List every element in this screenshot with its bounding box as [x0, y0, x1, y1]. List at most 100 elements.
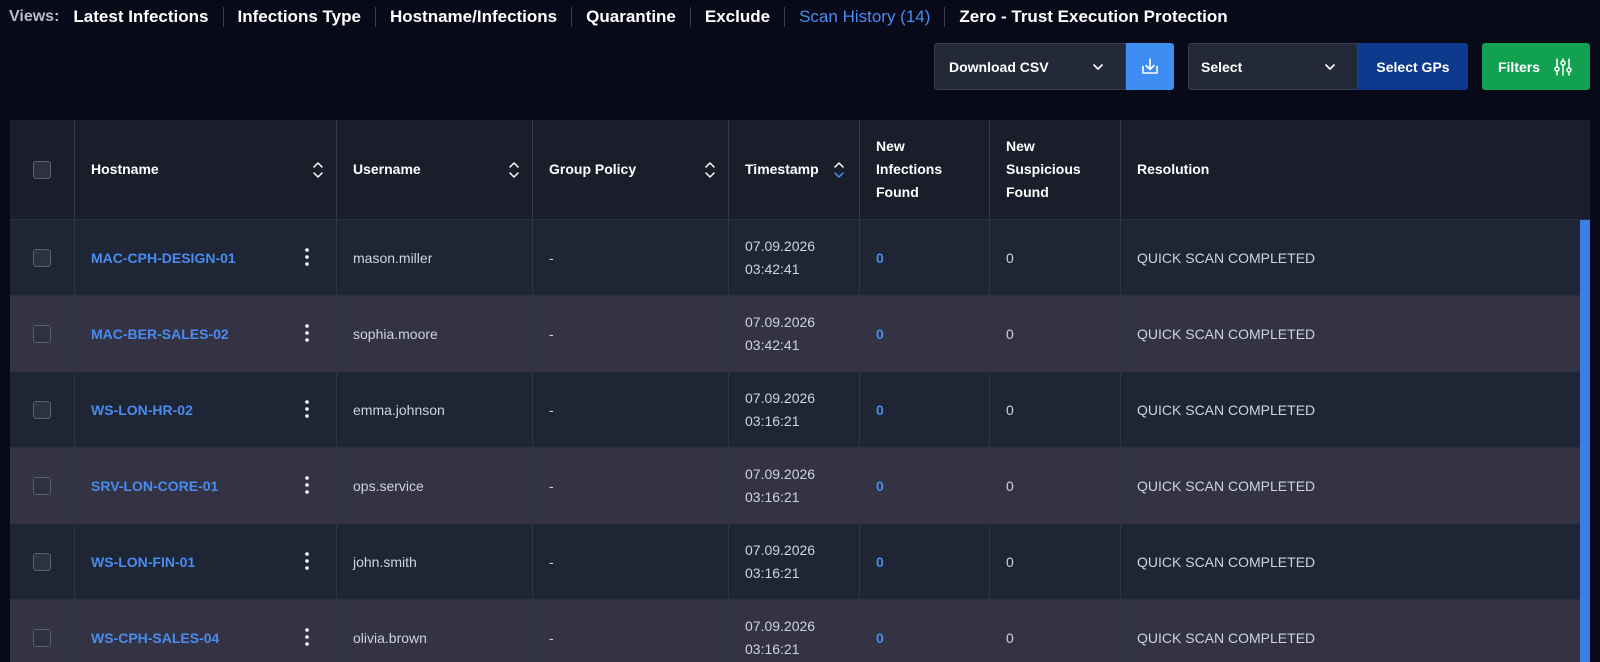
- new-infections-link[interactable]: 0: [876, 630, 884, 646]
- header-new-infections-line3: Found: [876, 184, 919, 200]
- group-policy-select[interactable]: Select: [1188, 43, 1358, 90]
- timestamp-cell: 07.09.2026 03:16:21: [729, 524, 860, 599]
- row-checkbox[interactable]: [33, 324, 51, 343]
- table-row[interactable]: MAC-CPH-DESIGN-01 mason.miller - 07.09.2…: [10, 220, 1590, 296]
- row-checkbox[interactable]: [33, 552, 51, 571]
- new-infections-link[interactable]: 0: [876, 326, 884, 342]
- username-cell: john.smith: [337, 524, 533, 599]
- kebab-menu-icon[interactable]: [304, 627, 310, 647]
- timestamp-cell: 07.09.2026 03:16:21: [729, 600, 860, 662]
- timestamp-time: 03:16:21: [745, 412, 800, 429]
- header-timestamp[interactable]: Timestamp: [729, 120, 860, 219]
- username-cell: emma.johnson: [337, 372, 533, 447]
- timestamp-date: 07.09.2026: [745, 389, 816, 406]
- table-row[interactable]: WS-LON-HR-02 emma.johnson - 07.09.2026 03…: [10, 372, 1590, 448]
- kebab-menu-icon[interactable]: [304, 551, 310, 571]
- sort-icon[interactable]: [312, 160, 324, 180]
- header-new-suspicious-line2: Suspicious: [1006, 161, 1081, 177]
- table-row[interactable]: WS-CPH-SALES-04 olivia.brown - 07.09.202…: [10, 600, 1590, 662]
- group-policy-cell: -: [533, 220, 729, 295]
- hostname-link[interactable]: MAC-BER-SALES-02: [91, 326, 229, 342]
- header-hostname[interactable]: Hostname: [75, 120, 337, 219]
- header-group-policy-label: Group Policy: [549, 161, 637, 177]
- row-select-cell: [10, 524, 75, 599]
- header-timestamp-label: Timestamp: [745, 161, 819, 177]
- views-label: Views:: [9, 8, 60, 25]
- view-tab-hostname-infections[interactable]: Hostname/Infections: [374, 7, 571, 27]
- filters-button[interactable]: Filters: [1482, 43, 1590, 90]
- timestamp-time: 03:16:21: [745, 640, 800, 657]
- views-bar: Views: Latest Infections Infections Type…: [9, 5, 1242, 29]
- resolution-cell: QUICK SCAN COMPLETED: [1137, 325, 1316, 342]
- timestamp-cell: 07.09.2026 03:42:41: [729, 296, 860, 371]
- hostname-link[interactable]: WS-CPH-SALES-04: [91, 630, 219, 646]
- timestamp-time: 03:16:21: [745, 564, 800, 581]
- hostname-cell: WS-LON-HR-02: [75, 372, 337, 447]
- view-tab-scan-history[interactable]: Scan History (14): [784, 7, 944, 27]
- view-tab-exclude[interactable]: Exclude: [689, 7, 784, 27]
- username-cell: olivia.brown: [337, 600, 533, 662]
- view-tab-zero-trust[interactable]: Zero - Trust Execution Protection: [944, 7, 1241, 27]
- row-select-cell: [10, 220, 75, 295]
- hostname-link[interactable]: WS-LON-HR-02: [91, 402, 193, 418]
- kebab-menu-icon[interactable]: [304, 247, 310, 267]
- kebab-menu-icon[interactable]: [304, 475, 310, 495]
- download-icon: [1142, 57, 1158, 74]
- hostname-cell: MAC-BER-SALES-02: [75, 296, 337, 371]
- row-select-cell: [10, 296, 75, 371]
- table-row[interactable]: MAC-BER-SALES-02 sophia.moore - 07.09.20…: [10, 296, 1590, 372]
- row-checkbox[interactable]: [33, 248, 51, 267]
- row-checkbox[interactable]: [33, 628, 51, 647]
- kebab-menu-icon[interactable]: [304, 399, 310, 419]
- table-row[interactable]: WS-LON-FIN-01 john.smith - 07.09.2026 03:…: [10, 524, 1590, 600]
- select-gps-button[interactable]: Select GPs: [1358, 43, 1468, 90]
- view-tab-quarantine[interactable]: Quarantine: [571, 7, 690, 27]
- new-suspicious-cell: 0: [990, 220, 1121, 295]
- new-infections-cell: 0: [860, 524, 990, 599]
- timestamp-time: 03:16:21: [745, 488, 800, 505]
- new-infections-link[interactable]: 0: [876, 250, 884, 266]
- hostname-link[interactable]: SRV-LON-CORE-01: [91, 478, 218, 494]
- new-infections-link[interactable]: 0: [876, 478, 884, 494]
- view-tab-infections-type[interactable]: Infections Type: [222, 7, 375, 27]
- header-username[interactable]: Username: [337, 120, 533, 219]
- new-suspicious-cell: 0: [990, 372, 1121, 447]
- timestamp-cell: 07.09.2026 03:16:21: [729, 448, 860, 523]
- group-policy-cell: -: [533, 600, 729, 662]
- header-group-policy[interactable]: Group Policy: [533, 120, 729, 219]
- hostname-link[interactable]: WS-LON-FIN-01: [91, 554, 195, 570]
- hostname-cell: WS-CPH-SALES-04: [75, 600, 337, 662]
- download-button[interactable]: [1126, 43, 1174, 90]
- table-scrollbar[interactable]: [1580, 220, 1590, 662]
- header-new-suspicious-line1: New: [1006, 138, 1035, 154]
- timestamp-date: 07.09.2026: [745, 541, 816, 558]
- row-select-cell: [10, 600, 75, 662]
- group-policy-cell: -: [533, 296, 729, 371]
- row-select-cell: [10, 448, 75, 523]
- header-new-infections-line2: Infections: [876, 161, 943, 177]
- scan-history-table: Hostname Username Group Policy Timestamp: [10, 120, 1590, 662]
- row-checkbox[interactable]: [33, 476, 51, 495]
- timestamp-date: 07.09.2026: [745, 617, 816, 634]
- select-all-checkbox[interactable]: [33, 160, 51, 179]
- username-cell: ops.service: [337, 448, 533, 523]
- header-new-suspicious-line3: Found: [1006, 184, 1049, 200]
- table-row[interactable]: SRV-LON-CORE-01 ops.service - 07.09.2026…: [10, 448, 1590, 524]
- hostname-link[interactable]: MAC-CPH-DESIGN-01: [91, 250, 236, 266]
- sort-desc-icon[interactable]: [833, 160, 845, 180]
- new-infections-link[interactable]: 0: [876, 402, 884, 418]
- new-suspicious-cell: 0: [990, 296, 1121, 371]
- filters-label: Filters: [1497, 58, 1540, 75]
- kebab-menu-icon[interactable]: [304, 323, 310, 343]
- group-policy-cell: -: [533, 372, 729, 447]
- view-tab-latest-infections[interactable]: Latest Infections: [73, 7, 222, 27]
- username-cell: mason.miller: [337, 220, 533, 295]
- sort-icon[interactable]: [508, 160, 520, 180]
- row-checkbox[interactable]: [33, 400, 51, 419]
- new-infections-cell: 0: [860, 600, 990, 662]
- header-resolution: Resolution: [1121, 120, 1590, 219]
- resolution-cell: QUICK SCAN COMPLETED: [1137, 553, 1316, 570]
- download-csv-select[interactable]: Download CSV: [934, 43, 1126, 90]
- sort-icon[interactable]: [704, 160, 716, 180]
- new-infections-link[interactable]: 0: [876, 554, 884, 570]
